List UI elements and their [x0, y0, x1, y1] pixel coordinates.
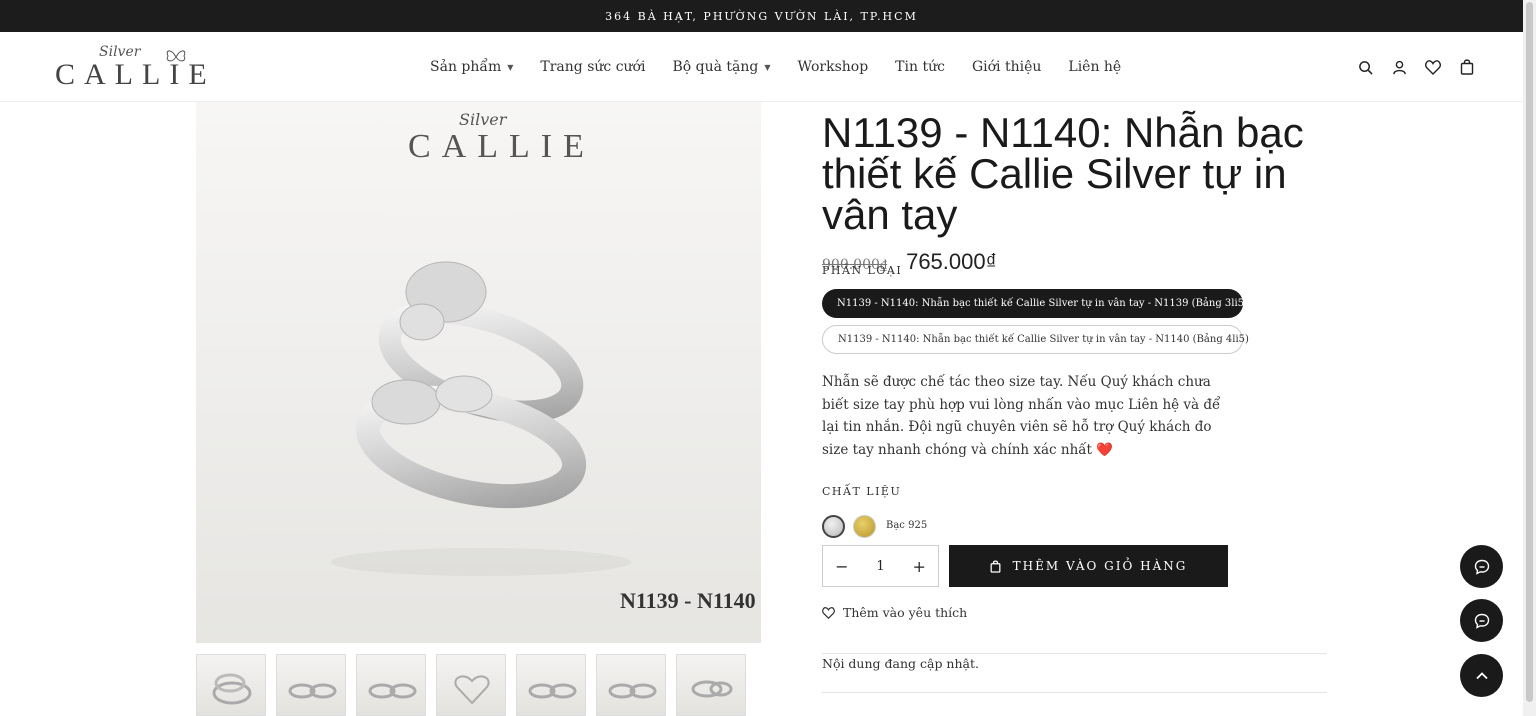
nav-lien-he[interactable]: Liên hệ — [1068, 59, 1121, 75]
chat-bubble-icon — [1474, 613, 1489, 629]
back-to-top-button[interactable] — [1460, 654, 1503, 697]
search-icon[interactable] — [1357, 59, 1373, 75]
product-main-image[interactable]: Silver CALLIE N1139 - N1140 — [196, 102, 761, 643]
material-label: CHẤT LIỆU — [822, 485, 902, 498]
thumbnail-gallery — [196, 654, 746, 716]
thumbnail-7[interactable] — [676, 654, 746, 716]
quantity-stepper: − 1 + — [822, 545, 939, 587]
variant-option-n1140[interactable]: N1139 - N1140: Nhẫn bạc thiết kế Callie … — [822, 325, 1249, 354]
nav-bo-qua-tang[interactable]: Bộ quà tặng ▼ — [672, 59, 770, 75]
selected-material-label: Bạc 925 — [886, 520, 928, 531]
chat-button-1[interactable] — [1460, 545, 1503, 588]
thumbnail-3[interactable] — [356, 654, 426, 716]
heart-icon — [822, 606, 835, 619]
header-actions — [1357, 32, 1475, 102]
material-swatch-silver[interactable] — [822, 515, 845, 538]
nav-workshop[interactable]: Workshop — [798, 59, 869, 75]
bag-icon[interactable] — [1459, 59, 1475, 75]
variant-option-n1139[interactable]: N1139 - N1140: Nhẫn bạc thiết kế Callie … — [822, 289, 1248, 318]
variant-label: PHÂN LOẠI — [822, 264, 903, 277]
site-header: Silver CALLIE Sản phẩm ▼ Trang sức cưới B… — [0, 32, 1523, 102]
add-to-cart-button[interactable]: THÊM VÀO GIỎ HÀNG — [949, 545, 1228, 587]
nav-tin-tuc[interactable]: Tin tức — [895, 59, 945, 75]
top-announcement-bar: 364 BÀ HẠT, PHƯỜNG VƯỜN LÀI, TP.HCM — [0, 0, 1523, 32]
main-navigation: Sản phẩm ▼ Trang sức cưới Bộ quà tặng ▼ Wo… — [430, 32, 1148, 102]
logo-wordmark: CALLIE — [55, 58, 216, 91]
wishlist-label: Thêm vào yêu thích — [843, 605, 968, 620]
store-address: 364 BÀ HẠT, PHƯỜNG VƯỜN LÀI, TP.HCM — [605, 9, 918, 23]
divider — [822, 692, 1327, 693]
chat-bubble-icon — [1474, 559, 1489, 575]
increase-quantity-button[interactable]: + — [900, 557, 938, 576]
heart-icon[interactable] — [1425, 59, 1441, 75]
decrease-quantity-button[interactable]: − — [823, 557, 861, 576]
thumbnail-6[interactable] — [596, 654, 666, 716]
content-note: Nội dung đang cập nhật. — [822, 656, 979, 671]
chevron-down-icon: ▼ — [764, 62, 771, 72]
thumbnail-1[interactable] — [196, 654, 266, 716]
divider — [822, 653, 1327, 654]
chat-button-2[interactable] — [1460, 599, 1503, 642]
user-icon[interactable] — [1391, 59, 1407, 75]
product-code-overlay: N1139 - N1140 — [620, 588, 756, 613]
scrollbar-thumb[interactable] — [1526, 2, 1533, 702]
site-logo[interactable]: Silver CALLIE — [55, 44, 207, 91]
thumbnail-5[interactable] — [516, 654, 586, 716]
nav-gioi-thieu[interactable]: Giới thiệu — [972, 59, 1041, 75]
rings-illustration — [331, 261, 631, 576]
product-description: Nhẫn sẽ được chế tác theo size tay. Nếu … — [822, 374, 1221, 458]
product-title: N1139 - N1140: Nhẫn bạc thiết kế Callie … — [822, 109, 1304, 238]
butterfly-icon — [166, 50, 186, 62]
add-to-wishlist-link[interactable]: Thêm vào yêu thích — [822, 605, 967, 620]
quantity-input[interactable]: 1 — [861, 559, 901, 574]
page-scrollbar[interactable] — [1523, 0, 1536, 716]
sale-price: 765.000₫ — [906, 249, 997, 274]
add-to-cart-label: THÊM VÀO GIỎ HÀNG — [1012, 559, 1188, 573]
thumbnail-2[interactable] — [276, 654, 346, 716]
nav-trang-suc-cuoi[interactable]: Trang sức cưới — [540, 59, 645, 75]
material-swatch-gold[interactable] — [853, 515, 876, 538]
thumbnail-4[interactable] — [436, 654, 506, 716]
bag-icon — [990, 559, 1001, 573]
product-info: N1139 - N1140: Nhẫn bạc thiết kế Callie … — [822, 112, 1327, 275]
chevron-up-icon — [1475, 671, 1488, 679]
nav-san-pham[interactable]: Sản phẩm ▼ — [430, 59, 513, 75]
chevron-down-icon: ▼ — [507, 62, 514, 72]
